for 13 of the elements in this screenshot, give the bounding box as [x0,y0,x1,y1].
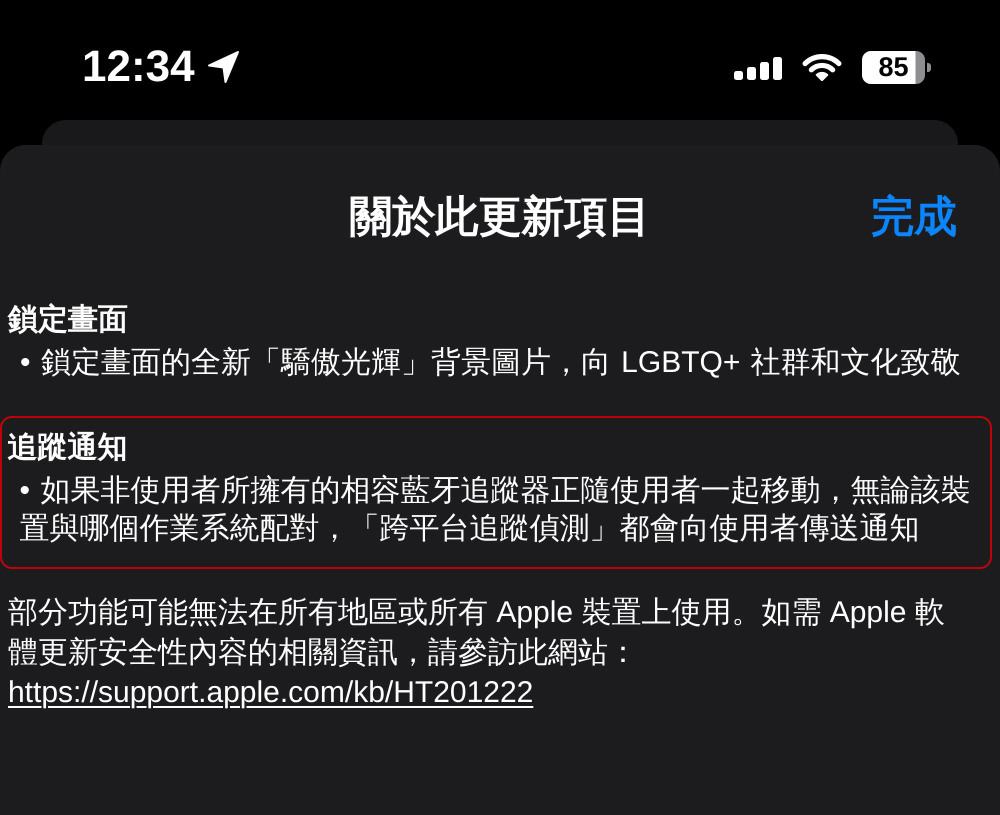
wifi-icon [802,54,842,80]
support-link[interactable]: https://support.apple.com/kb/HT201222 [8,676,534,709]
done-button[interactable]: 完成 [871,189,957,245]
status-time: 12:34 [82,45,195,89]
bullet-item: • 鎖定畫面的全新「驕傲光輝」背景圖片，向 LGBTQ+ 社群和文化致敬 [20,346,961,379]
location-arrow-icon [206,50,240,84]
section-heading: 鎖定畫面 [8,302,129,338]
section-heading: 追蹤通知 [8,430,128,466]
bullet-item: • 如果非使用者所擁有的相容藍牙追蹤器正隨使用者一起移動，無論該裝置與哪個作業系統配對，「跨平台追蹤偵測」都會向使用者傳送通知 [20,474,970,544]
signal-bars-icon [734,56,782,80]
availability-note: 部分功能可能無法在所有地區或所有 Apple 裝置上使用。如需 Apple 軟體更新安全性內容的相關資訊，請參訪此網站： https://support.apple.com/kb/HT201222 [7,595,946,711]
sheet-title: 關於此更新項目 [350,192,650,243]
battery-percentage: 85 [878,52,909,82]
